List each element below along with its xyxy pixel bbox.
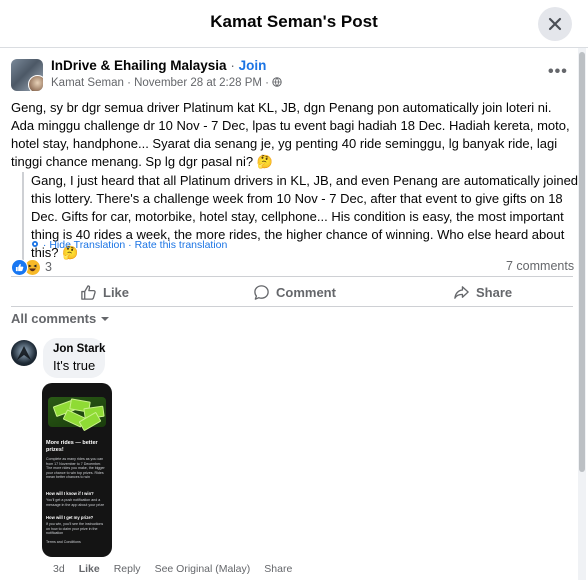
image-answer-1: You'll get a push notification and a mes… (46, 498, 105, 507)
comment-share-button[interactable]: Share (264, 563, 292, 575)
close-button[interactable] (538, 7, 572, 41)
hide-translation-link[interactable]: Hide Translation (49, 239, 125, 251)
image-terms: Terms and Conditions (46, 540, 81, 544)
translation-links: · Hide Translation · Rate this translati… (30, 239, 227, 251)
author-name-link[interactable]: Kamat Seman (51, 77, 124, 89)
dialog-title: Kamat Seman's Post (210, 12, 378, 31)
chevron-down-icon (101, 316, 110, 321)
reactions-summary[interactable]: 3 (11, 258, 52, 276)
comment-icon (254, 284, 269, 300)
comment-label: Comment (276, 284, 336, 300)
share-button[interactable]: Share (453, 282, 512, 302)
image-question-2: How will I get my prize? (46, 515, 94, 520)
money-illustration (48, 397, 106, 432)
image-heading: More rides — better prizes! (46, 440, 98, 453)
scrollbar[interactable] (578, 48, 586, 580)
comments-filter-label: All comments (11, 311, 97, 326)
commenter-avatar[interactable] (11, 340, 37, 366)
share-icon (454, 285, 469, 299)
scrollbar-thumb[interactable] (579, 52, 585, 472)
join-button[interactable]: Join (239, 58, 267, 73)
image-question-1: How will I know if I win? (46, 491, 94, 496)
comment-actions: 3d Like Reply See Original (Malay) Share (53, 563, 292, 575)
comment-reply-button[interactable]: Reply (114, 563, 141, 575)
close-icon (548, 17, 562, 31)
group-avatar[interactable] (11, 59, 43, 91)
comments-filter-dropdown[interactable]: All comments (11, 311, 111, 326)
image-body: Complete as many rides as you can from 1… (46, 457, 105, 480)
like-icon (81, 284, 96, 300)
separator: · (226, 58, 239, 73)
separator: · (261, 77, 273, 89)
reaction-count: 3 (45, 260, 52, 274)
post-meta: Kamat Seman · November 28 at 2:28 PM · (51, 77, 282, 89)
image-answer-2: If you win, you'll see the instructions … (46, 522, 104, 536)
more-options-button[interactable]: ••• (548, 63, 572, 83)
author-avatar[interactable] (28, 75, 43, 91)
comment-button[interactable]: Comment (253, 282, 336, 302)
like-button[interactable]: Like (80, 282, 129, 302)
post-date-link[interactable]: November 28 at 2:28 PM (134, 77, 262, 89)
group-line: InDrive & Ehailing Malaysia · Join (51, 58, 266, 73)
gear-icon (32, 241, 38, 247)
like-reaction-icon (11, 258, 28, 276)
rate-translation-link[interactable]: Rate this translation (135, 239, 228, 251)
post-text: Geng, sy br dgr semua driver Platinum ka… (11, 100, 570, 169)
comment-time-link[interactable]: 3d (53, 563, 65, 575)
comment-text: It's true (53, 358, 96, 373)
commenter-name-link[interactable]: Jon Stark (53, 343, 105, 355)
divider (11, 276, 573, 277)
divider (11, 306, 573, 307)
globe-icon (272, 77, 282, 87)
like-label: Like (103, 284, 130, 300)
separator: · (123, 77, 135, 89)
comment-like-button[interactable]: Like (79, 563, 100, 575)
share-label: Share (476, 284, 513, 300)
comments-count-link[interactable]: 7 comments (506, 259, 574, 273)
see-original-link[interactable]: See Original (Malay) (155, 563, 251, 575)
dialog-header: Kamat Seman's Post (0, 0, 588, 48)
group-name-link[interactable]: InDrive & Ehailing Malaysia (51, 58, 227, 73)
comment-image[interactable]: More rides — better prizes! Complete as … (42, 383, 112, 557)
